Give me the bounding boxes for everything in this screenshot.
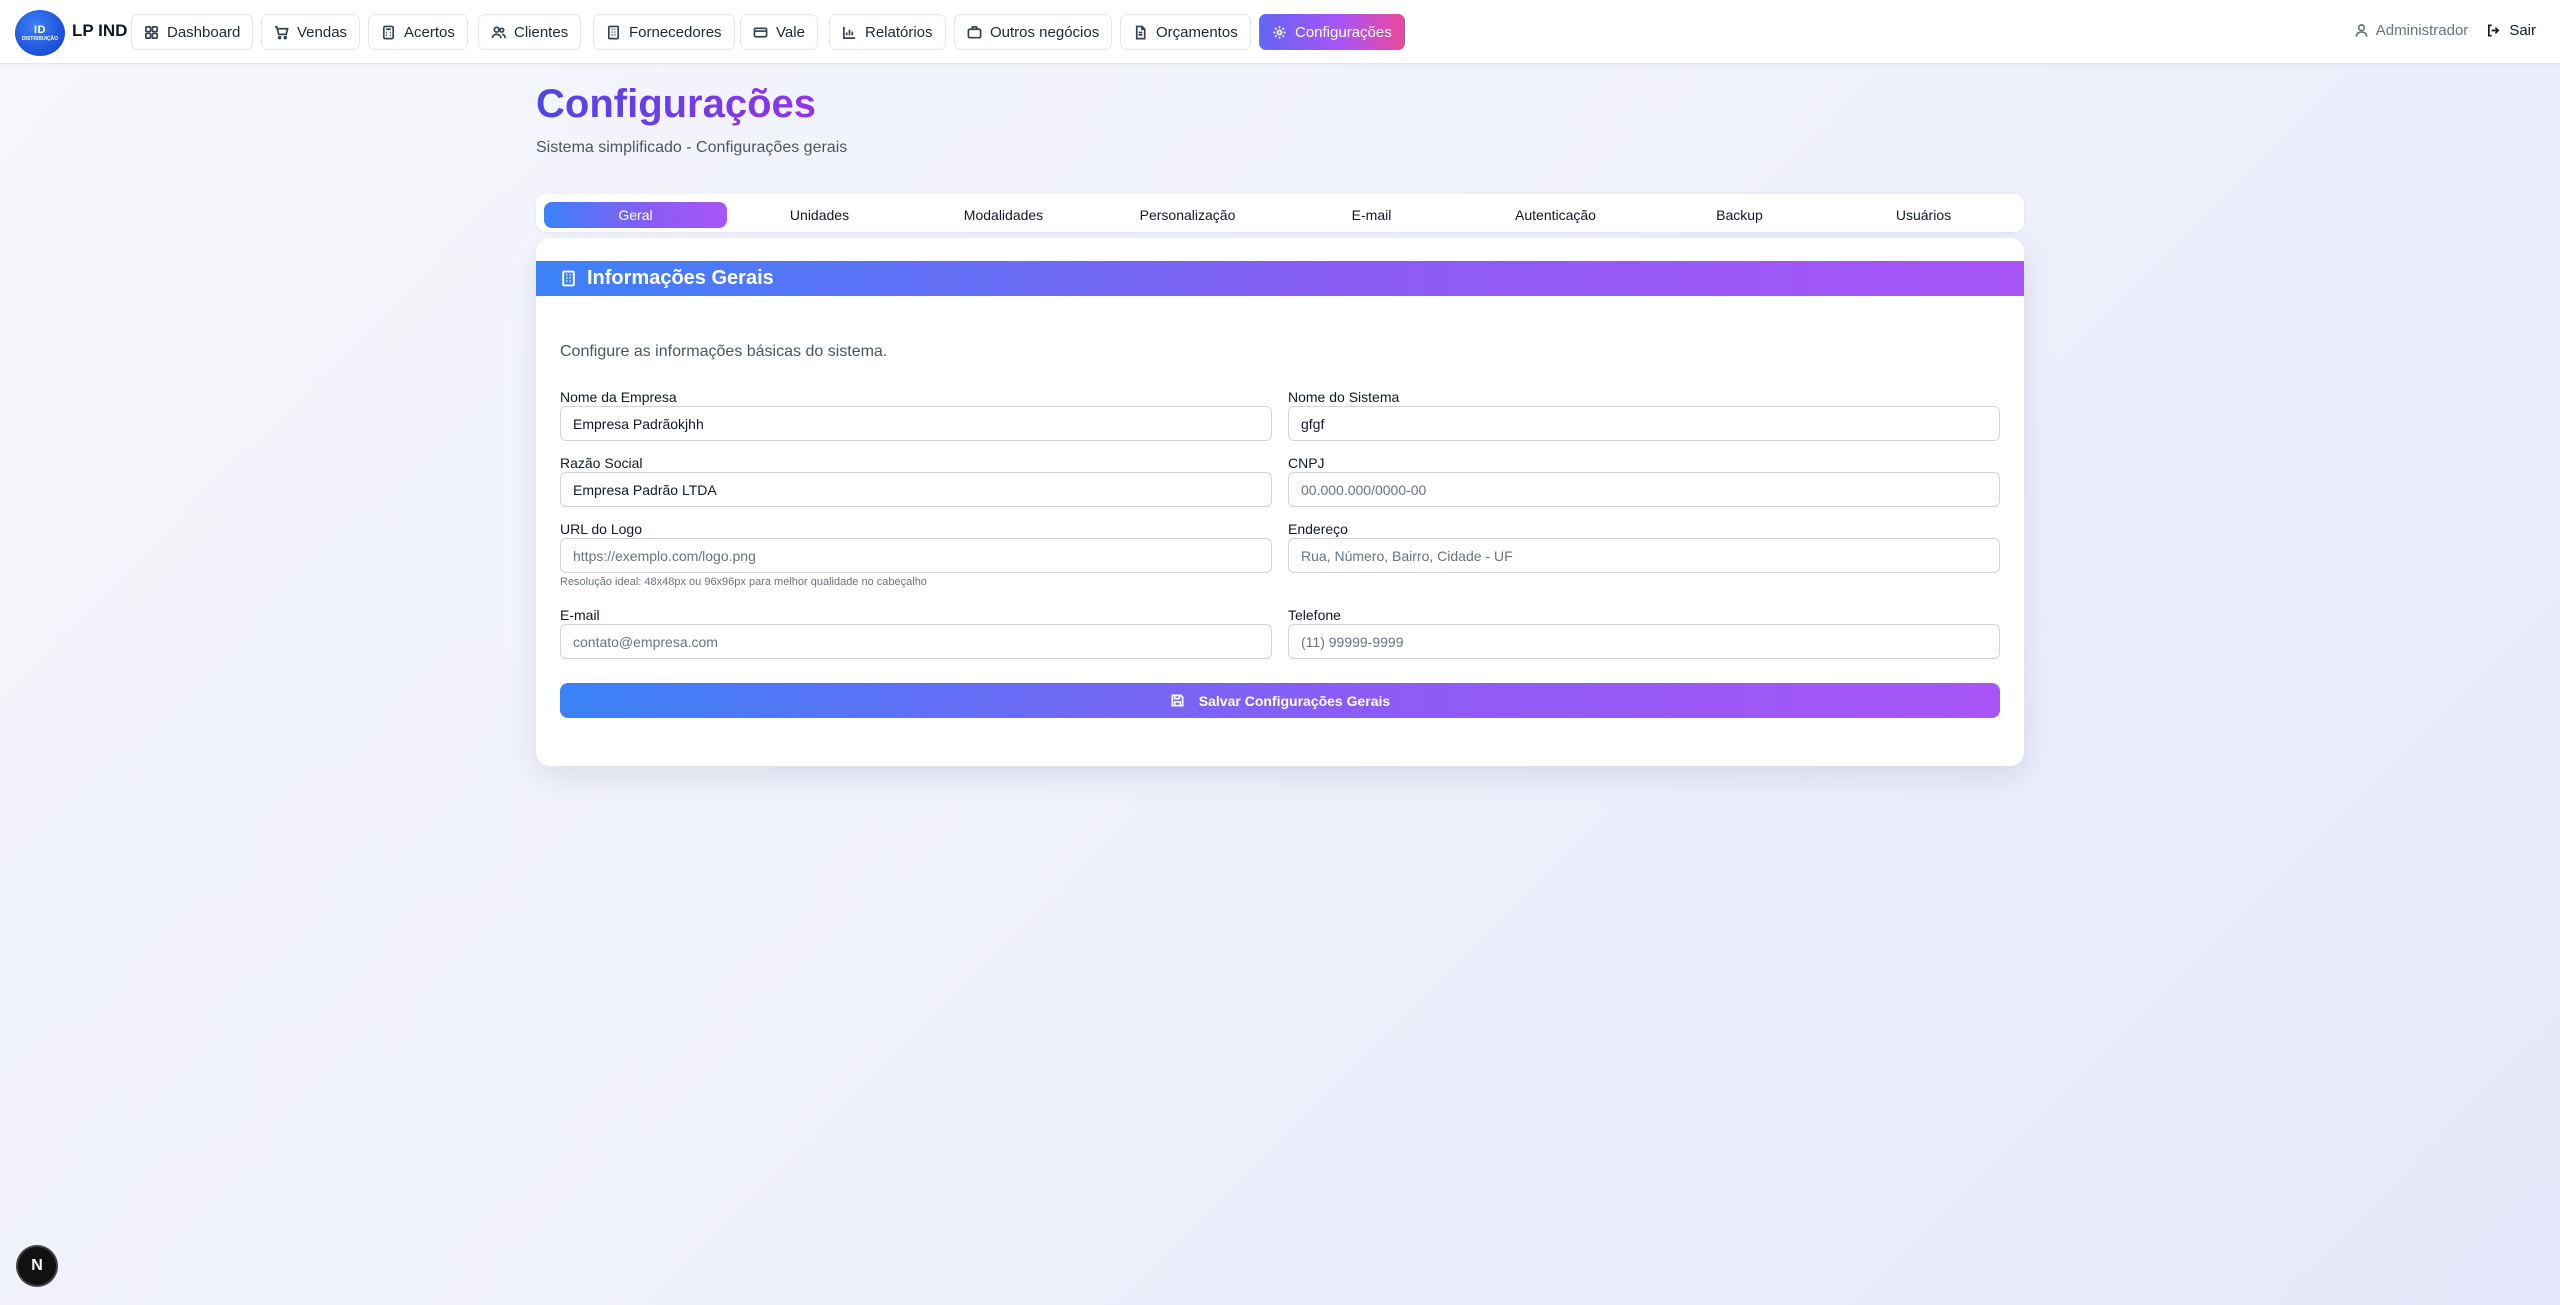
logout-label: Sair bbox=[2509, 22, 2536, 39]
nav-fornecedores[interactable]: Fornecedores bbox=[593, 14, 735, 50]
settings-tabs: Geral Unidades Modalidades Personalizaçã… bbox=[536, 194, 2024, 232]
save-button-label: Salvar Configurações Gerais bbox=[1198, 692, 1391, 709]
nav-label: Orçamentos bbox=[1156, 23, 1238, 41]
nav-label: Dashboard bbox=[167, 23, 241, 41]
dashboard-icon bbox=[145, 25, 158, 39]
document-icon bbox=[1135, 25, 1146, 39]
nav-label: Configurações bbox=[1295, 23, 1392, 41]
legal-name-label: Razão Social bbox=[560, 455, 643, 471]
page-subtitle: Sistema simplificado - Configurações ger… bbox=[536, 139, 848, 156]
address-label: Endereço bbox=[1288, 521, 1348, 537]
tab-usuarios[interactable]: Usuários bbox=[1832, 202, 2015, 228]
brand-logo[interactable]: ID DISTRIBUIÇÃO bbox=[15, 10, 65, 56]
system-name-input[interactable] bbox=[1288, 406, 2000, 441]
logo-text: ID bbox=[34, 23, 46, 36]
logout-icon bbox=[2488, 24, 2500, 37]
system-name-label: Nome do Sistema bbox=[1288, 389, 1400, 405]
tab-email[interactable]: E-mail bbox=[1280, 202, 1463, 228]
nav-clientes[interactable]: Clientes bbox=[478, 14, 582, 50]
card-description: Configure as informações básicas do sist… bbox=[560, 343, 888, 360]
nav-vendas[interactable]: Vendas bbox=[261, 14, 361, 50]
phone-label: Telefone bbox=[1288, 607, 1341, 623]
dev-tools-badge[interactable]: N bbox=[18, 1247, 56, 1285]
nav-label: Outros negócios bbox=[990, 23, 1100, 41]
tab-autenticacao[interactable]: Autenticação bbox=[1464, 202, 1647, 228]
nav-label: Acertos bbox=[404, 23, 455, 41]
user-area: Administrador Sair bbox=[2354, 22, 2536, 39]
email-label: E-mail bbox=[560, 607, 600, 623]
nav-dashboard[interactable]: Dashboard bbox=[131, 14, 254, 50]
cart-icon bbox=[274, 25, 289, 39]
calculator-icon bbox=[382, 25, 395, 39]
user-info: Administrador bbox=[2354, 22, 2469, 39]
cnpj-label: CNPJ bbox=[1288, 455, 1325, 471]
logo-url-input[interactable] bbox=[560, 538, 1272, 573]
tab-unidades[interactable]: Unidades bbox=[728, 202, 911, 228]
nav-configuracoes[interactable]: Configurações bbox=[1259, 14, 1405, 50]
nav-relatorios[interactable]: Relatórios bbox=[829, 14, 946, 50]
user-icon bbox=[2355, 24, 2368, 37]
nav-orcamentos[interactable]: Orçamentos bbox=[1120, 14, 1251, 50]
tab-modalidades[interactable]: Modalidades bbox=[912, 202, 1095, 228]
logo-url-label: URL do Logo bbox=[560, 521, 642, 537]
nav-label: Fornecedores bbox=[629, 23, 722, 41]
address-input[interactable] bbox=[1288, 538, 2000, 573]
nav-outros-negocios[interactable]: Outros negócios bbox=[954, 14, 1113, 50]
card-title: Informações Gerais bbox=[587, 267, 774, 289]
nav-label: Clientes bbox=[514, 23, 569, 41]
cnpj-input[interactable] bbox=[1288, 472, 2000, 507]
top-navbar: ID DISTRIBUIÇÃO LP IND Dashboard Vendas … bbox=[0, 0, 2560, 64]
nav-acertos[interactable]: Acertos bbox=[368, 14, 468, 50]
page-title: Configurações bbox=[536, 82, 817, 126]
legal-name-input[interactable] bbox=[560, 472, 1272, 507]
tab-backup[interactable]: Backup bbox=[1648, 202, 1831, 228]
brand-name: LP IND bbox=[72, 21, 128, 40]
save-icon bbox=[1171, 694, 1184, 707]
logo-hint: Resolução ideal: 48x48px ou 96x96px para… bbox=[560, 576, 927, 588]
briefcase-icon bbox=[967, 25, 982, 38]
users-icon bbox=[491, 26, 506, 38]
logout-button[interactable]: Sair bbox=[2486, 22, 2536, 39]
card-header: Informações Gerais bbox=[536, 261, 2024, 296]
nav-label: Relatórios bbox=[865, 23, 933, 41]
user-name: Administrador bbox=[2375, 22, 2469, 39]
nav-label: Vale bbox=[776, 23, 805, 41]
save-general-settings-button[interactable]: Salvar Configurações Gerais bbox=[560, 683, 2000, 718]
phone-input[interactable] bbox=[1288, 624, 2000, 659]
tab-personalizacao[interactable]: Personalização bbox=[1096, 202, 1279, 228]
building-icon bbox=[607, 25, 620, 39]
gear-icon bbox=[1273, 25, 1286, 39]
credit-card-icon bbox=[753, 26, 768, 38]
tab-geral[interactable]: Geral bbox=[544, 202, 727, 228]
building-icon bbox=[562, 270, 575, 287]
logo-subtext: DISTRIBUIÇÃO bbox=[21, 35, 59, 42]
email-input[interactable] bbox=[560, 624, 1272, 659]
company-name-label: Nome da Empresa bbox=[560, 389, 677, 405]
company-name-input[interactable] bbox=[560, 406, 1272, 441]
bar-chart-icon bbox=[843, 26, 856, 39]
general-info-card: Informações Gerais Configure as informaç… bbox=[536, 238, 2024, 766]
nav-label: Vendas bbox=[297, 23, 348, 41]
nav-vale[interactable]: Vale bbox=[740, 14, 818, 50]
